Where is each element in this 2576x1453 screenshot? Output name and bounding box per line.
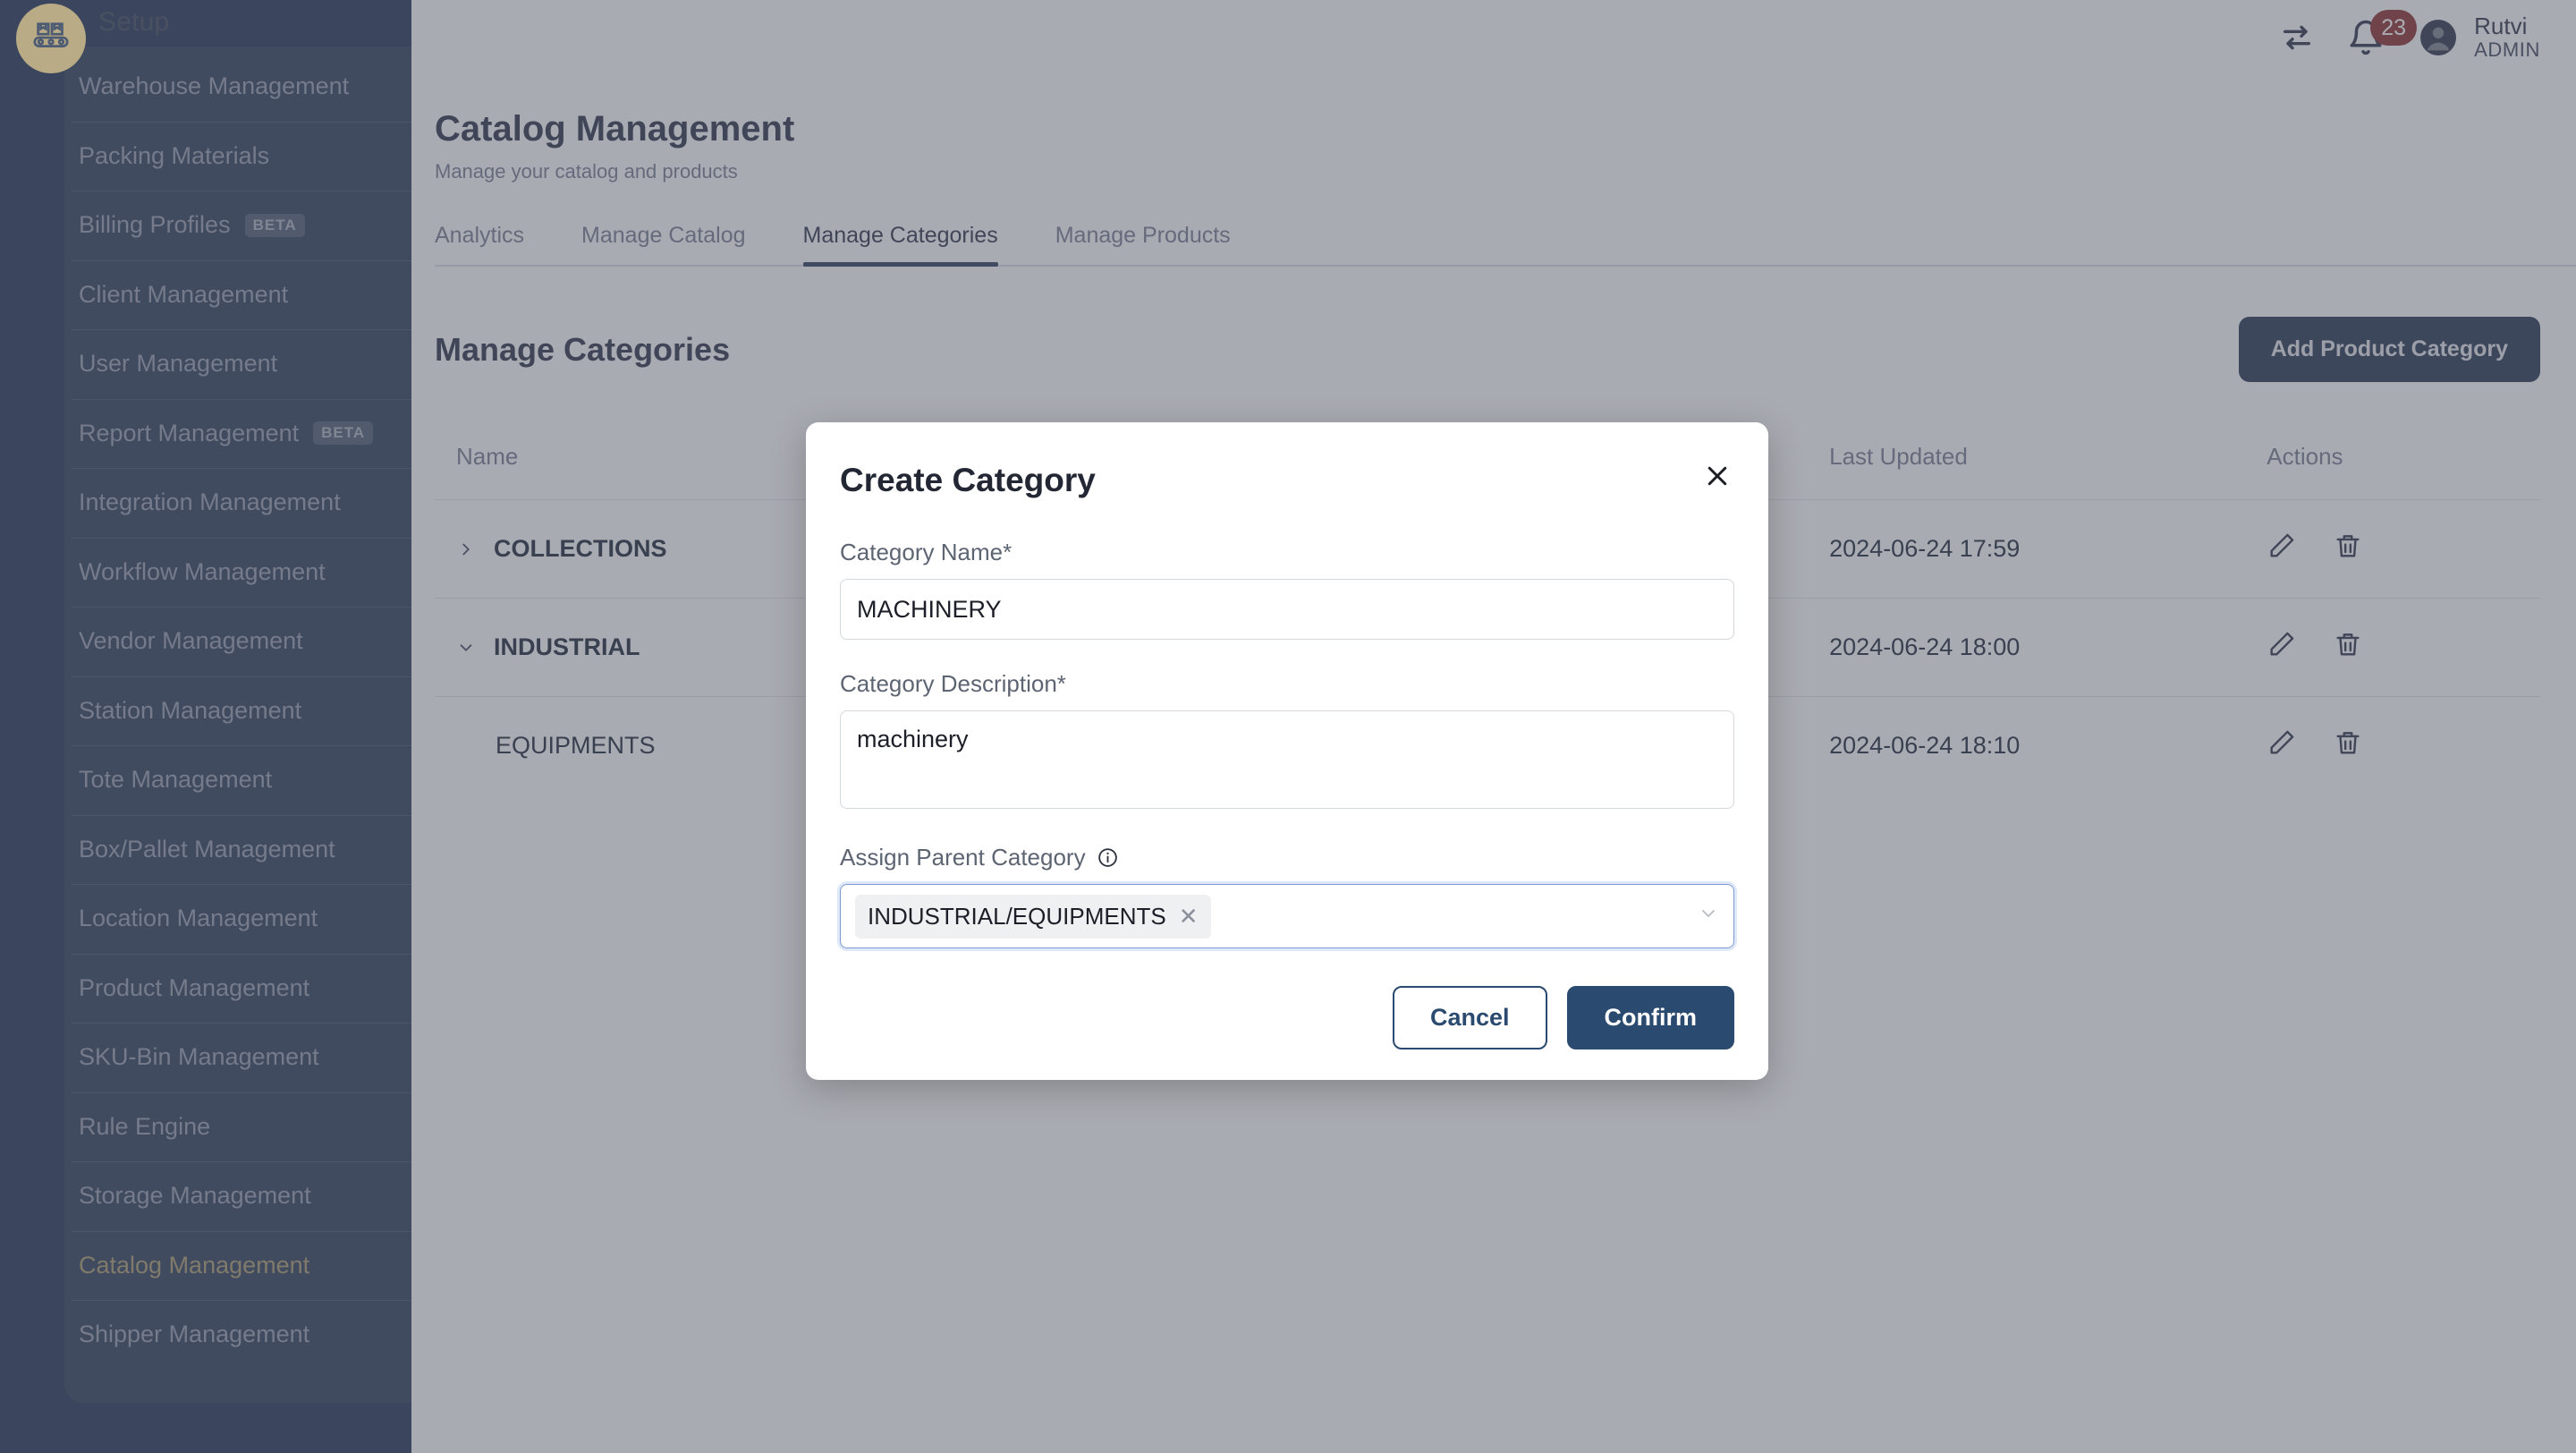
category-description-field-group: Category Description* [840,670,1734,813]
parent-category-field-group: Assign Parent Category INDUSTRIAL/EQUIPM… [840,844,1734,948]
chevron-down-icon[interactable] [1698,903,1719,930]
parent-category-label: Assign Parent Category [840,844,1734,871]
modal-actions: Cancel Confirm [840,986,1734,1049]
info-circle-icon[interactable] [1097,846,1119,869]
category-description-textarea[interactable] [840,710,1734,809]
category-name-label: Category Name* [840,539,1734,566]
parent-category-label-text: Assign Parent Category [840,844,1086,871]
category-description-label: Category Description* [840,670,1734,698]
selected-parent-chip: INDUSTRIAL/EQUIPMENTS ✕ [855,895,1211,939]
app-logo[interactable] [16,4,86,73]
close-small-icon[interactable]: ✕ [1179,903,1199,930]
close-button[interactable] [1700,462,1734,496]
category-name-field-group: Category Name* [840,539,1734,640]
confirm-button[interactable]: Confirm [1567,986,1735,1049]
close-icon [1704,463,1731,489]
category-name-input[interactable] [840,579,1734,640]
modal-title: Create Category [840,462,1096,499]
conveyor-belt-boxes-icon [30,18,72,59]
create-category-modal: Create Category Category Name* Category … [806,422,1768,1080]
parent-category-select[interactable]: INDUSTRIAL/EQUIPMENTS ✕ [840,884,1734,948]
cancel-button[interactable]: Cancel [1393,986,1547,1049]
selected-parent-chip-label: INDUSTRIAL/EQUIPMENTS [868,903,1166,930]
modal-header: Create Category [840,462,1734,499]
